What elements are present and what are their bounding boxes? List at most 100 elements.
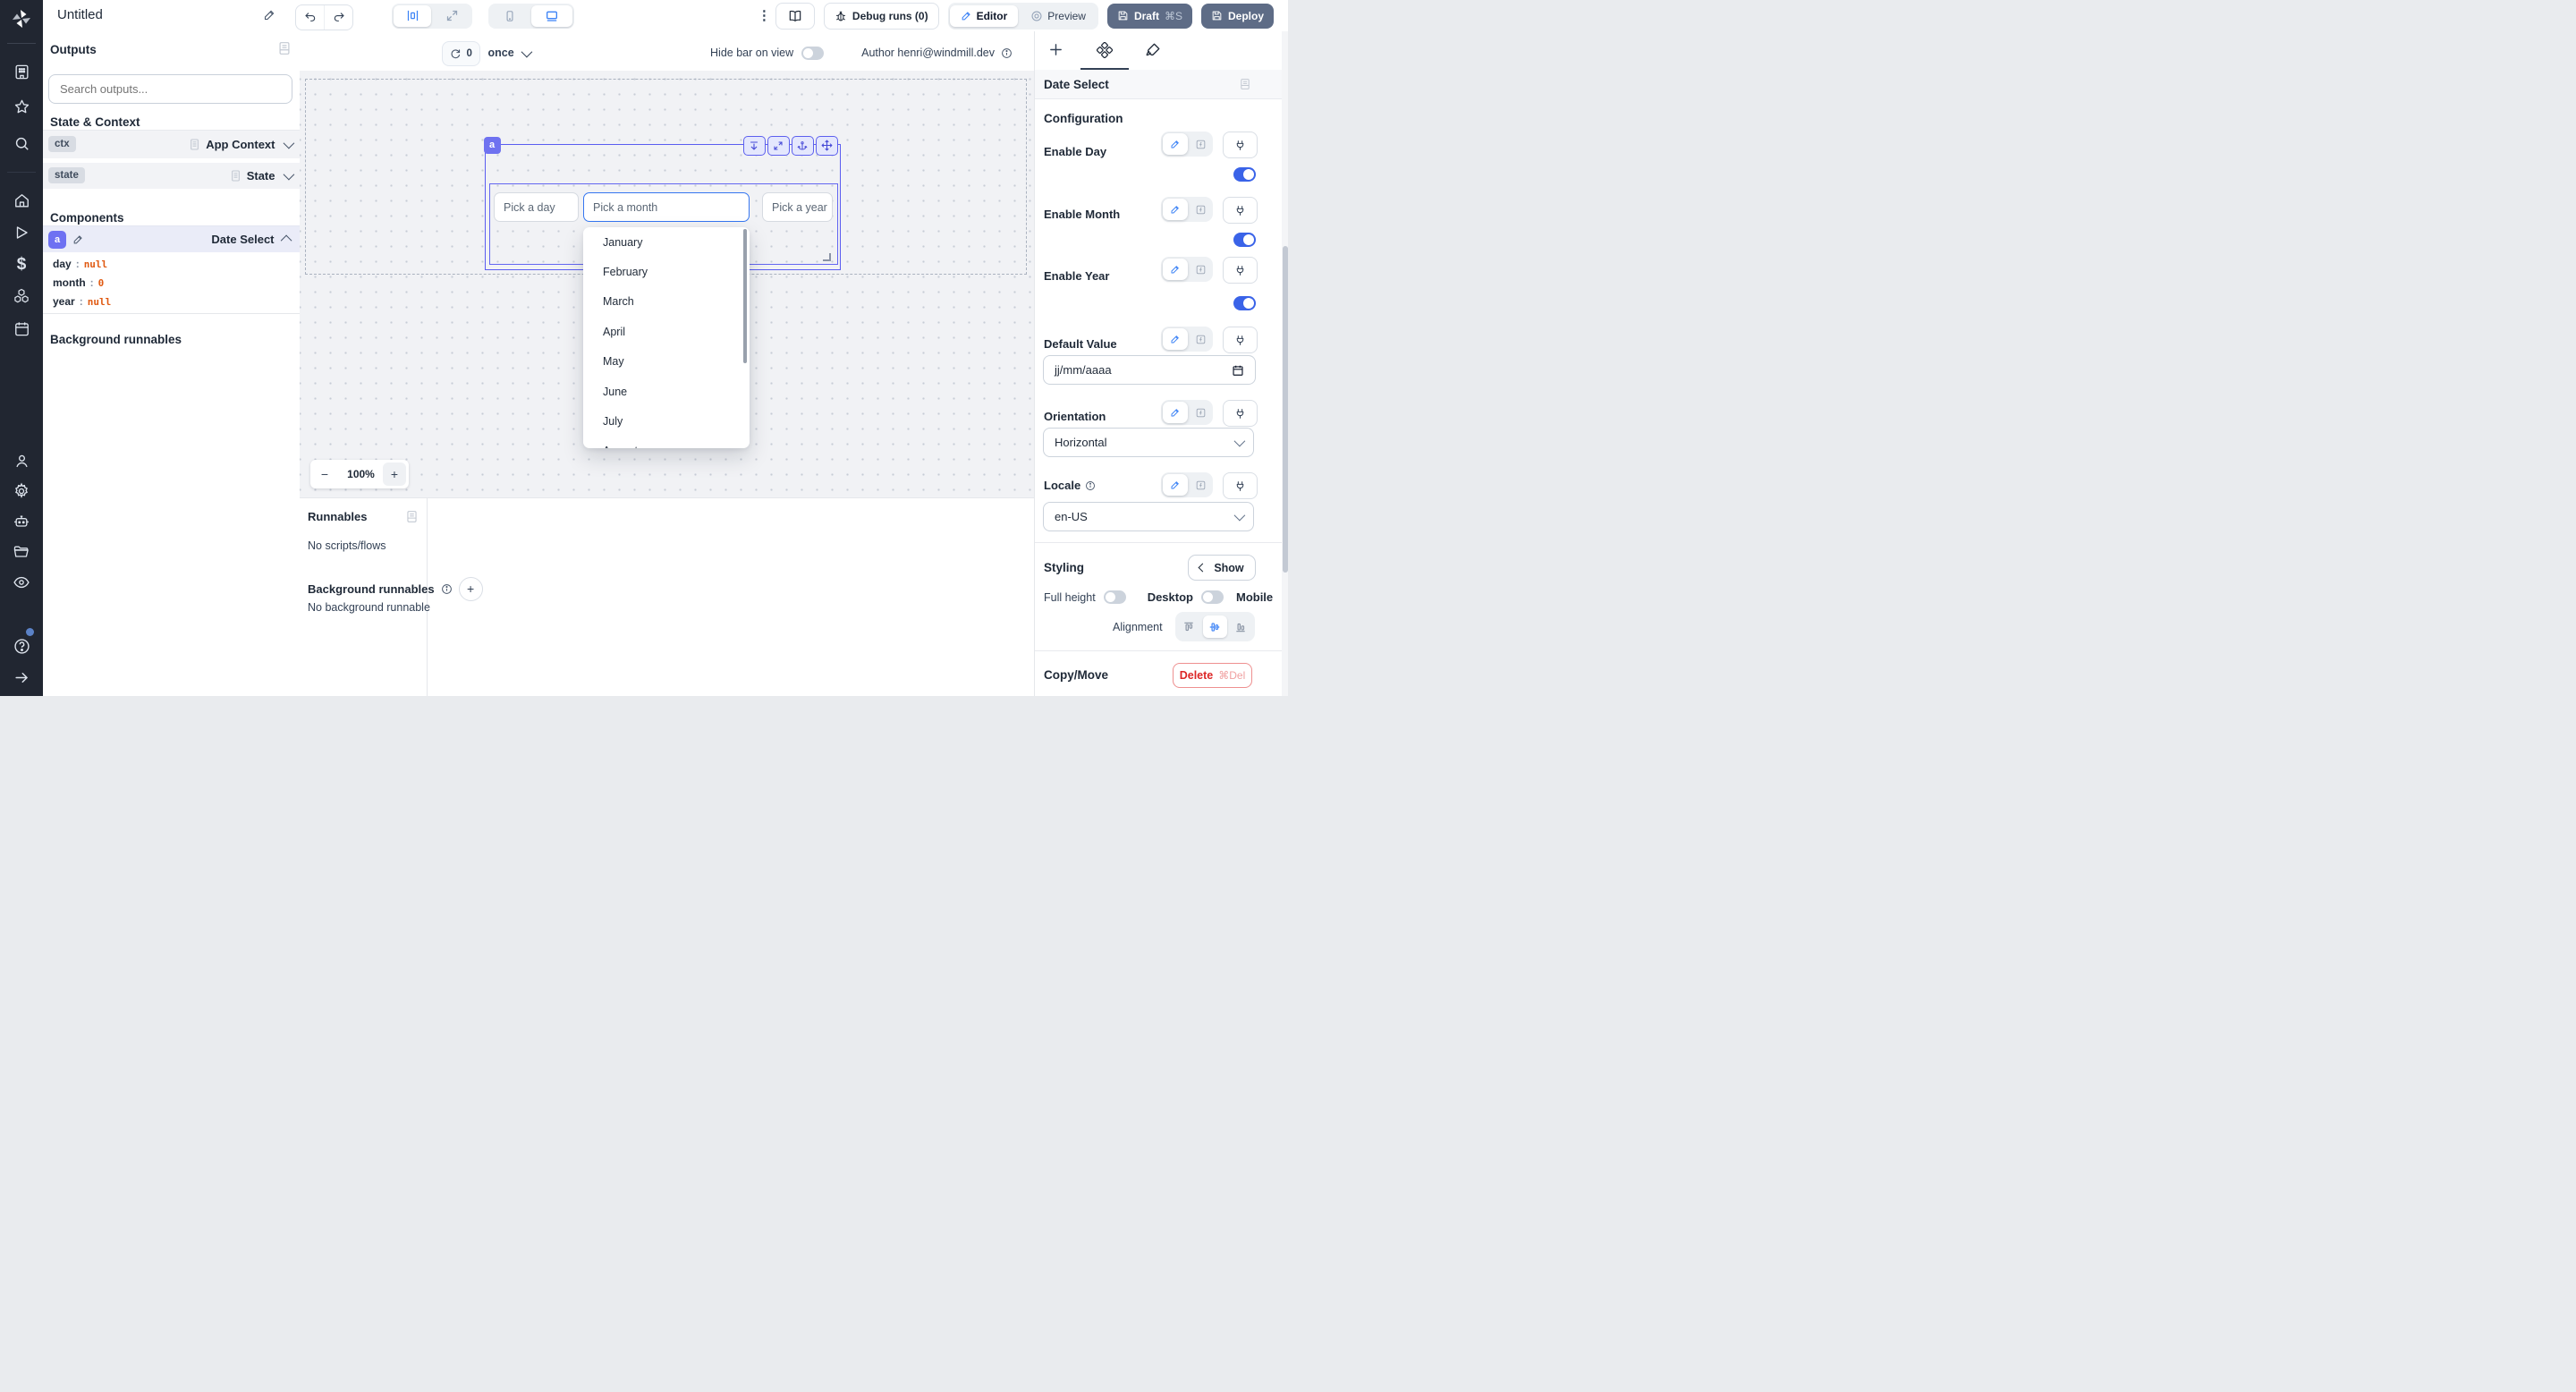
search-outputs-input[interactable] [48, 74, 292, 104]
locale-select[interactable]: en-US [1043, 502, 1254, 531]
zoom-in-button[interactable]: + [383, 463, 406, 486]
workers-robot-icon[interactable] [0, 506, 43, 537]
component-id-tag[interactable]: a [484, 137, 501, 154]
connect-plug-icon[interactable] [1223, 257, 1258, 284]
static-edit-pencil-icon[interactable] [1163, 402, 1188, 423]
app-title[interactable]: Untitled [57, 7, 103, 22]
folders-icon[interactable] [0, 537, 43, 567]
favorites-star-icon[interactable] [0, 91, 43, 122]
tab-editor[interactable]: Editor [950, 5, 1019, 27]
runs-play-icon[interactable] [0, 217, 43, 248]
connect-plug-icon[interactable] [1223, 327, 1258, 353]
connect-plug-icon[interactable] [1223, 132, 1258, 158]
month-select-input[interactable]: Pick a month [583, 192, 750, 222]
panel-collapse-icon[interactable] [278, 40, 291, 56]
month-option[interactable]: June [583, 377, 750, 406]
schedules-calendar-icon[interactable] [0, 313, 43, 344]
enable-year-toggle[interactable] [1233, 296, 1256, 310]
home-icon[interactable] [0, 185, 43, 216]
kebab-menu-icon[interactable]: ⋮ [758, 13, 767, 20]
state-chevron-down-icon[interactable] [283, 168, 294, 180]
variables-dollar-icon[interactable]: $ [0, 250, 43, 280]
panel-scrollbar-track[interactable] [1282, 31, 1288, 696]
align-bottom-icon[interactable] [1229, 615, 1253, 638]
locale-info-icon[interactable] [1085, 480, 1096, 491]
collapse-arrow-icon[interactable] [0, 662, 43, 692]
tab-component-settings-icon[interactable] [1097, 42, 1113, 58]
component-edit-pencil-icon[interactable] [72, 233, 84, 245]
app-canvas[interactable]: a Pick a day Pick a month Pick a [300, 71, 1035, 497]
add-background-runnable-button[interactable]: + [459, 577, 483, 601]
resize-corner-handle[interactable] [823, 253, 831, 261]
desktop-view-button[interactable] [531, 5, 572, 27]
centered-layout-button[interactable] [394, 5, 431, 27]
zoom-out-button[interactable]: − [310, 467, 339, 481]
expand-down-handle-icon[interactable] [743, 136, 766, 156]
edit-title-pencil-icon[interactable] [263, 8, 276, 21]
connect-plug-icon[interactable] [1223, 472, 1258, 499]
function-mode-icon[interactable] [1190, 133, 1211, 155]
month-option[interactable]: January [583, 227, 750, 257]
month-option[interactable]: May [583, 347, 750, 377]
component-chevron-up-icon[interactable] [280, 235, 292, 247]
function-mode-icon[interactable] [1190, 402, 1211, 423]
connect-plug-icon[interactable] [1223, 400, 1258, 427]
debug-runs-button[interactable]: Debug runs (0) [824, 3, 939, 30]
hide-bar-toggle[interactable] [801, 47, 824, 60]
static-edit-pencil-icon[interactable] [1163, 259, 1188, 280]
component-row-selected[interactable]: a Date Select [43, 225, 300, 252]
panel-scrollbar-thumb[interactable] [1283, 246, 1288, 573]
static-edit-pencil-icon[interactable] [1163, 474, 1188, 496]
windmill-logo-icon[interactable] [0, 4, 43, 34]
tab-preview[interactable]: Preview [1020, 5, 1097, 27]
background-runnables-info-icon[interactable] [441, 583, 453, 595]
function-mode-icon[interactable] [1190, 328, 1211, 350]
year-select-input[interactable]: Pick a year [762, 192, 833, 222]
orientation-select[interactable]: Horizontal [1043, 428, 1254, 457]
align-center-icon[interactable] [1203, 615, 1227, 638]
deploy-button[interactable]: Deploy [1201, 4, 1274, 29]
users-person-icon[interactable] [0, 446, 43, 476]
function-mode-icon[interactable] [1190, 474, 1211, 496]
delete-component-button[interactable]: Delete ⌘Del [1173, 663, 1252, 688]
connect-plug-icon[interactable] [1223, 197, 1258, 224]
month-option[interactable]: August [583, 437, 750, 448]
tab-styling-brush-icon[interactable] [1145, 42, 1161, 58]
enable-day-toggle[interactable] [1233, 167, 1256, 182]
resources-cubes-icon[interactable] [0, 281, 43, 311]
settings-gear-icon[interactable] [0, 476, 43, 506]
state-row[interactable]: state State [43, 161, 300, 190]
full-height-toggle[interactable] [1104, 590, 1126, 604]
runnables-panel-icon[interactable] [406, 509, 418, 524]
workspace-icon[interactable] [0, 56, 43, 87]
ctx-row[interactable]: ctx App Context [43, 130, 300, 158]
settings-panel-icon[interactable] [1240, 77, 1250, 91]
draft-save-button[interactable]: Draft ⌘S [1107, 4, 1192, 29]
static-edit-pencil-icon[interactable] [1163, 133, 1188, 155]
help-icon[interactable] [0, 631, 43, 661]
redo-button[interactable] [325, 5, 352, 30]
schedule-mode-dropdown[interactable]: once [481, 41, 530, 64]
refresh-count-button[interactable]: 0 [442, 41, 480, 66]
styling-show-button[interactable]: Show [1188, 555, 1256, 581]
function-mode-icon[interactable] [1190, 259, 1211, 280]
ctx-chevron-down-icon[interactable] [283, 137, 294, 149]
default-value-date-input[interactable]: jj/mm/aaaa [1043, 355, 1256, 385]
static-edit-pencil-icon[interactable] [1163, 199, 1188, 220]
docs-book-button[interactable] [775, 3, 815, 30]
author-info-icon[interactable] [1001, 47, 1013, 59]
dropdown-scrollbar[interactable] [743, 229, 748, 363]
enable-month-toggle[interactable] [1233, 233, 1256, 247]
anchor-handle-icon[interactable] [792, 136, 814, 156]
month-option[interactable]: April [583, 317, 750, 346]
day-select-input[interactable]: Pick a day [494, 192, 579, 222]
fullscreen-handle-icon[interactable] [767, 136, 790, 156]
fullwidth-layout-button[interactable] [433, 5, 470, 27]
tab-add-component-icon[interactable] [1048, 42, 1063, 57]
desktop-toggle[interactable] [1201, 590, 1224, 604]
static-edit-pencil-icon[interactable] [1163, 328, 1188, 350]
audit-eye-icon[interactable] [0, 567, 43, 598]
search-icon[interactable] [0, 128, 43, 158]
month-option[interactable]: March [583, 287, 750, 317]
undo-button[interactable] [296, 5, 325, 30]
